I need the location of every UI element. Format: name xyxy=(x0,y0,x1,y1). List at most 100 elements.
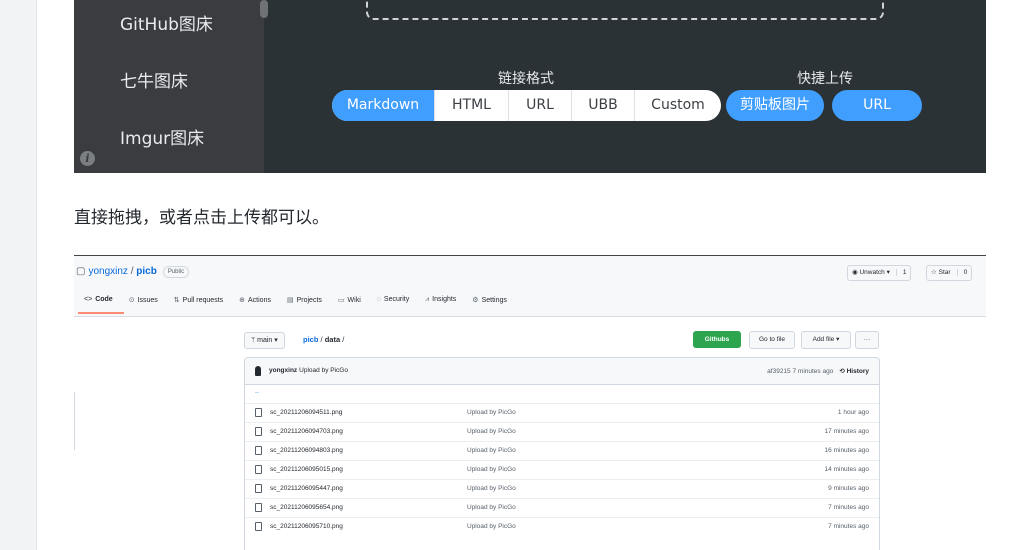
tab-security[interactable]: ◌ Security xyxy=(377,296,409,304)
repo-icon: ▢ xyxy=(76,266,86,277)
file-commit-message[interactable]: Upload by PicGo xyxy=(467,523,516,530)
left-border-mark xyxy=(74,392,75,450)
parent-dir-link[interactable]: .. xyxy=(255,388,259,395)
commit-time: 7 minutes ago xyxy=(792,368,834,375)
file-name[interactable]: sc_20211206094511.png xyxy=(270,409,342,416)
file-commit-message[interactable]: Upload by PicGo xyxy=(467,409,516,416)
tab-pull-requests[interactable]: ⇅ Pull requests xyxy=(174,296,223,304)
issues-icon: ⊙ xyxy=(128,297,135,304)
table-row[interactable]: sc_20211206095447.png Upload by PicGo 9 mi… xyxy=(245,479,879,499)
code-icon: <> xyxy=(84,296,93,303)
github-screenshot: ▢ yongxinz / picb Public ◉ Unwatch ▾ 1 ☆ St… xyxy=(74,256,986,550)
sidebar-item-imgur[interactable]: Imgur图床 xyxy=(120,124,204,149)
file-commit-message[interactable]: Upload by PicGo xyxy=(467,428,516,435)
file-commit-message[interactable]: Upload by PicGo xyxy=(467,447,516,454)
sidebar-scrollbar[interactable] xyxy=(260,0,268,18)
file-icon xyxy=(255,427,262,436)
table-row[interactable]: sc_20211206095710.png Upload by PicGo 7 mi… xyxy=(245,517,879,537)
add-file-button[interactable]: Add file ▾ xyxy=(801,331,851,349)
file-age: 1 hour ago xyxy=(837,409,869,416)
latest-commit-bar: yongxinz Upload by PicGo af39215 7 minute… xyxy=(245,358,879,385)
avatar[interactable] xyxy=(255,366,261,376)
table-row[interactable]: sc_20211206095654.png Upload by PicGo 7 mi… xyxy=(245,498,879,518)
commit-hash[interactable]: af39215 xyxy=(767,368,791,375)
star-label: Star xyxy=(938,269,951,276)
quick-upload-title: 快捷上传 xyxy=(797,71,853,87)
info-icon[interactable]: i xyxy=(80,151,95,166)
tab-issues-label: Issues xyxy=(137,297,158,304)
file-icon xyxy=(255,446,262,455)
tab-wiki[interactable]: ▭ Wiki xyxy=(338,296,361,304)
go-to-file-button[interactable]: Go to file xyxy=(749,331,795,349)
file-age: 7 minutes ago xyxy=(828,523,869,530)
table-row[interactable]: sc_20211206094803.png Upload by PicGo 16 m… xyxy=(245,441,879,461)
tab-code[interactable]: <> Code xyxy=(84,296,113,304)
tab-projects[interactable]: ▤ Projects xyxy=(287,296,322,304)
tab-actions-label: Actions xyxy=(248,297,271,304)
format-option-markdown[interactable]: Markdown xyxy=(332,90,434,121)
format-option-ubb[interactable]: UBB xyxy=(571,90,634,121)
file-name[interactable]: sc_20211206095710.png xyxy=(270,523,343,530)
history-link[interactable]: ⟲ History xyxy=(839,368,869,375)
branch-selector[interactable]: ᛘ main ▾ xyxy=(244,332,285,349)
shield-icon: ◌ xyxy=(376,296,381,303)
wiki-icon: ▭ xyxy=(337,297,345,304)
tab-settings-label: Settings xyxy=(481,297,507,304)
link-format-selector: Markdown HTML URL UBB Custom xyxy=(332,90,721,121)
file-age: 16 minutes ago xyxy=(824,447,869,454)
file-commit-message[interactable]: Upload by PicGo xyxy=(467,504,516,511)
repo-tabs: <> Code ⊙ Issues ⇅ Pull requests ⊕ Actions ▤… xyxy=(84,296,507,304)
file-commit-message[interactable]: Upload by PicGo xyxy=(467,485,516,492)
sidebar-item-qiniu[interactable]: 七牛图床 xyxy=(120,67,188,92)
repo-header: ▢ yongxinz / picb Public ◉ Unwatch ▾ 1 ☆ St… xyxy=(74,256,986,317)
format-option-url[interactable]: URL xyxy=(508,90,571,121)
tab-actions[interactable]: ⊕ Actions xyxy=(239,296,271,304)
file-name[interactable]: sc_20211206094703.png xyxy=(270,428,343,435)
unwatch-button[interactable]: ◉ Unwatch ▾ 1 xyxy=(847,265,912,281)
star-button[interactable]: ☆ Star 0 xyxy=(926,265,973,281)
tab-issues[interactable]: ⊙ Issues xyxy=(129,296,158,304)
table-row[interactable]: sc_20211206094703.png Upload by PicGo 17 m… xyxy=(245,422,879,442)
file-list: yongxinz Upload by PicGo af39215 7 minute… xyxy=(244,357,880,550)
upload-drop-zone[interactable] xyxy=(366,0,884,20)
file-icon xyxy=(255,408,262,417)
file-name[interactable]: sc_20211206095015.png xyxy=(270,466,343,473)
add-file-label: Add file xyxy=(812,336,835,343)
githubs-button[interactable]: Githubs xyxy=(693,331,741,348)
paragraph-text: 直接拖拽，或者点击上传都可以。 xyxy=(74,208,329,228)
history-label: History xyxy=(846,368,869,375)
commit-message[interactable]: Upload by PicGo xyxy=(299,367,348,374)
sidebar-item-github[interactable]: GitHub图床 xyxy=(120,10,213,35)
file-name[interactable]: sc_20211206095447.png xyxy=(270,485,343,492)
tab-settings[interactable]: ⚙ Settings xyxy=(472,296,507,304)
repo-title: ▢ yongxinz / picb Public xyxy=(76,266,190,278)
tab-security-label: Security xyxy=(383,296,410,303)
format-option-custom[interactable]: Custom xyxy=(634,90,721,121)
file-name[interactable]: sc_20211206094803.png xyxy=(270,447,343,454)
commit-author[interactable]: yongxinz xyxy=(269,367,297,374)
unwatch-label: Unwatch xyxy=(859,269,885,276)
graph-icon: ⩘ xyxy=(425,296,430,303)
visibility-badge: Public xyxy=(162,266,190,278)
format-option-html[interactable]: HTML xyxy=(434,90,508,121)
commit-info: yongxinz Upload by PicGo xyxy=(269,367,348,374)
file-icon xyxy=(255,465,262,474)
tab-insights[interactable]: ⩘ Insights xyxy=(425,296,456,304)
clipboard-upload-button[interactable]: 剪贴板图片 xyxy=(726,90,824,121)
file-name[interactable]: sc_20211206095654.png xyxy=(270,504,343,511)
table-row[interactable]: sc_20211206094511.png Upload by PicGo 1 ho… xyxy=(245,403,879,423)
repo-name[interactable]: picb xyxy=(136,266,157,277)
gear-icon: ⚙ xyxy=(472,297,479,304)
left-gutter xyxy=(0,0,37,550)
link-format-title: 链接格式 xyxy=(498,71,554,87)
table-row[interactable]: sc_20211206095015.png Upload by PicGo 14 m… xyxy=(245,460,879,480)
file-age: 9 minutes ago xyxy=(828,485,869,492)
repo-owner[interactable]: yongxinz xyxy=(88,266,127,277)
url-upload-button[interactable]: URL xyxy=(832,90,922,121)
actions-icon: ⊕ xyxy=(239,297,246,304)
breadcrumb-repo[interactable]: picb xyxy=(303,335,318,344)
file-commit-message[interactable]: Upload by PicGo xyxy=(467,466,516,473)
star-icon: ☆ xyxy=(931,269,939,276)
picgo-screenshot: GitHub图床 七牛图床 Imgur图床 i 链接格式 Markdown HT… xyxy=(74,0,986,173)
more-options-button[interactable]: ··· xyxy=(855,331,879,349)
